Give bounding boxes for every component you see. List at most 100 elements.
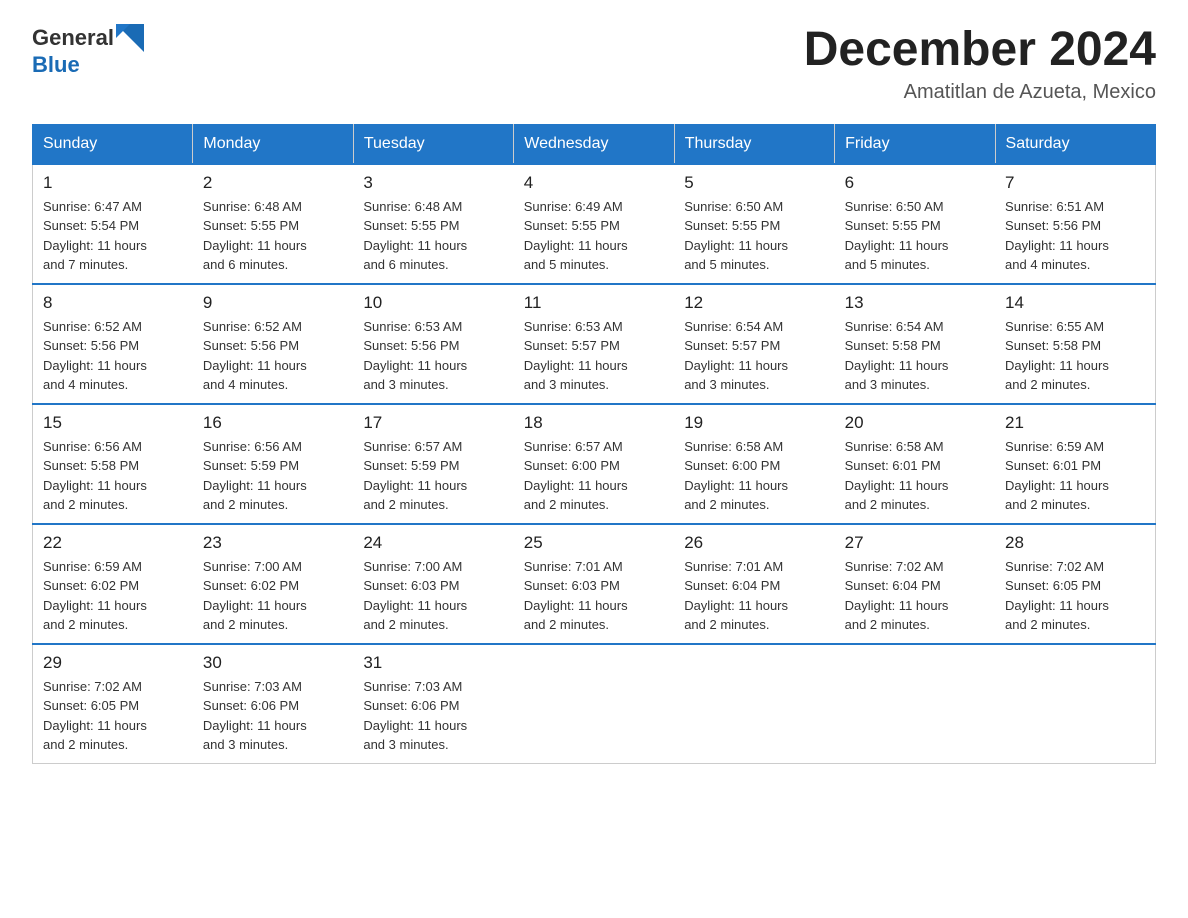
day-info: Sunrise: 7:02 AM Sunset: 6:05 PM Dayligh… (43, 677, 183, 755)
day-info: Sunrise: 6:59 AM Sunset: 6:02 PM Dayligh… (43, 557, 183, 635)
week-row-3: 15 Sunrise: 6:56 AM Sunset: 5:58 PM Dayl… (33, 404, 1156, 524)
day-info: Sunrise: 6:50 AM Sunset: 5:55 PM Dayligh… (845, 197, 985, 275)
day-number: 15 (43, 413, 183, 433)
day-number: 22 (43, 533, 183, 553)
day-number: 18 (524, 413, 664, 433)
day-cell: 7 Sunrise: 6:51 AM Sunset: 5:56 PM Dayli… (995, 164, 1155, 284)
day-number: 4 (524, 173, 664, 193)
day-number: 6 (845, 173, 985, 193)
col-tuesday: Tuesday (353, 124, 513, 164)
day-number: 14 (1005, 293, 1145, 313)
day-cell: 3 Sunrise: 6:48 AM Sunset: 5:55 PM Dayli… (353, 164, 513, 284)
header-row: Sunday Monday Tuesday Wednesday Thursday… (33, 124, 1156, 164)
day-cell: 31 Sunrise: 7:03 AM Sunset: 6:06 PM Dayl… (353, 644, 513, 764)
day-cell: 1 Sunrise: 6:47 AM Sunset: 5:54 PM Dayli… (33, 164, 193, 284)
day-info: Sunrise: 6:52 AM Sunset: 5:56 PM Dayligh… (43, 317, 183, 395)
day-number: 26 (684, 533, 824, 553)
logo-general-text: General (32, 25, 114, 51)
day-cell: 11 Sunrise: 6:53 AM Sunset: 5:57 PM Dayl… (514, 284, 674, 404)
day-cell: 29 Sunrise: 7:02 AM Sunset: 6:05 PM Dayl… (33, 644, 193, 764)
day-info: Sunrise: 6:47 AM Sunset: 5:54 PM Dayligh… (43, 197, 183, 275)
page-header: General Blue December 2024 Amatitlan de … (32, 24, 1156, 104)
day-info: Sunrise: 6:48 AM Sunset: 5:55 PM Dayligh… (203, 197, 343, 275)
day-info: Sunrise: 6:54 AM Sunset: 5:58 PM Dayligh… (845, 317, 985, 395)
location-title: Amatitlan de Azueta, Mexico (804, 81, 1156, 104)
day-info: Sunrise: 6:50 AM Sunset: 5:55 PM Dayligh… (684, 197, 824, 275)
day-number: 3 (363, 173, 503, 193)
day-info: Sunrise: 6:52 AM Sunset: 5:56 PM Dayligh… (203, 317, 343, 395)
day-cell: 22 Sunrise: 6:59 AM Sunset: 6:02 PM Dayl… (33, 524, 193, 644)
day-cell: 8 Sunrise: 6:52 AM Sunset: 5:56 PM Dayli… (33, 284, 193, 404)
title-block: December 2024 Amatitlan de Azueta, Mexic… (804, 24, 1156, 104)
day-info: Sunrise: 6:58 AM Sunset: 6:00 PM Dayligh… (684, 437, 824, 515)
day-number: 31 (363, 653, 503, 673)
col-thursday: Thursday (674, 124, 834, 164)
day-info: Sunrise: 6:58 AM Sunset: 6:01 PM Dayligh… (845, 437, 985, 515)
day-cell (995, 644, 1155, 764)
day-info: Sunrise: 6:56 AM Sunset: 5:58 PM Dayligh… (43, 437, 183, 515)
day-cell: 4 Sunrise: 6:49 AM Sunset: 5:55 PM Dayli… (514, 164, 674, 284)
day-info: Sunrise: 6:57 AM Sunset: 5:59 PM Dayligh… (363, 437, 503, 515)
day-number: 8 (43, 293, 183, 313)
week-row-2: 8 Sunrise: 6:52 AM Sunset: 5:56 PM Dayli… (33, 284, 1156, 404)
day-number: 30 (203, 653, 343, 673)
day-number: 17 (363, 413, 503, 433)
day-info: Sunrise: 7:01 AM Sunset: 6:04 PM Dayligh… (684, 557, 824, 635)
logo-icon (116, 24, 144, 52)
day-cell: 28 Sunrise: 7:02 AM Sunset: 6:05 PM Dayl… (995, 524, 1155, 644)
day-info: Sunrise: 7:01 AM Sunset: 6:03 PM Dayligh… (524, 557, 664, 635)
day-info: Sunrise: 6:56 AM Sunset: 5:59 PM Dayligh… (203, 437, 343, 515)
day-number: 7 (1005, 173, 1145, 193)
day-info: Sunrise: 6:54 AM Sunset: 5:57 PM Dayligh… (684, 317, 824, 395)
col-monday: Monday (193, 124, 353, 164)
day-cell: 18 Sunrise: 6:57 AM Sunset: 6:00 PM Dayl… (514, 404, 674, 524)
day-number: 20 (845, 413, 985, 433)
day-number: 21 (1005, 413, 1145, 433)
day-cell: 9 Sunrise: 6:52 AM Sunset: 5:56 PM Dayli… (193, 284, 353, 404)
day-cell: 14 Sunrise: 6:55 AM Sunset: 5:58 PM Dayl… (995, 284, 1155, 404)
calendar-table: Sunday Monday Tuesday Wednesday Thursday… (32, 124, 1156, 764)
day-cell: 13 Sunrise: 6:54 AM Sunset: 5:58 PM Dayl… (835, 284, 995, 404)
day-info: Sunrise: 7:02 AM Sunset: 6:04 PM Dayligh… (845, 557, 985, 635)
day-cell: 23 Sunrise: 7:00 AM Sunset: 6:02 PM Dayl… (193, 524, 353, 644)
day-info: Sunrise: 6:57 AM Sunset: 6:00 PM Dayligh… (524, 437, 664, 515)
day-cell: 30 Sunrise: 7:03 AM Sunset: 6:06 PM Dayl… (193, 644, 353, 764)
day-cell: 6 Sunrise: 6:50 AM Sunset: 5:55 PM Dayli… (835, 164, 995, 284)
day-number: 29 (43, 653, 183, 673)
day-cell: 16 Sunrise: 6:56 AM Sunset: 5:59 PM Dayl… (193, 404, 353, 524)
day-number: 1 (43, 173, 183, 193)
day-number: 28 (1005, 533, 1145, 553)
day-cell: 10 Sunrise: 6:53 AM Sunset: 5:56 PM Dayl… (353, 284, 513, 404)
col-friday: Friday (835, 124, 995, 164)
day-number: 9 (203, 293, 343, 313)
day-cell: 19 Sunrise: 6:58 AM Sunset: 6:00 PM Dayl… (674, 404, 834, 524)
col-sunday: Sunday (33, 124, 193, 164)
day-number: 13 (845, 293, 985, 313)
day-cell: 25 Sunrise: 7:01 AM Sunset: 6:03 PM Dayl… (514, 524, 674, 644)
day-info: Sunrise: 6:53 AM Sunset: 5:57 PM Dayligh… (524, 317, 664, 395)
day-cell: 20 Sunrise: 6:58 AM Sunset: 6:01 PM Dayl… (835, 404, 995, 524)
logo-blue-text: Blue (32, 52, 80, 77)
day-info: Sunrise: 7:00 AM Sunset: 6:02 PM Dayligh… (203, 557, 343, 635)
day-number: 27 (845, 533, 985, 553)
week-row-4: 22 Sunrise: 6:59 AM Sunset: 6:02 PM Dayl… (33, 524, 1156, 644)
day-number: 23 (203, 533, 343, 553)
day-info: Sunrise: 6:55 AM Sunset: 5:58 PM Dayligh… (1005, 317, 1145, 395)
day-info: Sunrise: 7:02 AM Sunset: 6:05 PM Dayligh… (1005, 557, 1145, 635)
day-cell: 24 Sunrise: 7:00 AM Sunset: 6:03 PM Dayl… (353, 524, 513, 644)
day-cell: 27 Sunrise: 7:02 AM Sunset: 6:04 PM Dayl… (835, 524, 995, 644)
day-info: Sunrise: 7:03 AM Sunset: 6:06 PM Dayligh… (203, 677, 343, 755)
month-title: December 2024 (804, 24, 1156, 77)
day-info: Sunrise: 7:00 AM Sunset: 6:03 PM Dayligh… (363, 557, 503, 635)
day-info: Sunrise: 6:59 AM Sunset: 6:01 PM Dayligh… (1005, 437, 1145, 515)
logo: General Blue (32, 24, 144, 78)
day-number: 12 (684, 293, 824, 313)
day-number: 24 (363, 533, 503, 553)
day-cell: 15 Sunrise: 6:56 AM Sunset: 5:58 PM Dayl… (33, 404, 193, 524)
calendar-body: 1 Sunrise: 6:47 AM Sunset: 5:54 PM Dayli… (33, 164, 1156, 764)
calendar-header: Sunday Monday Tuesday Wednesday Thursday… (33, 124, 1156, 164)
day-info: Sunrise: 6:51 AM Sunset: 5:56 PM Dayligh… (1005, 197, 1145, 275)
day-number: 2 (203, 173, 343, 193)
day-info: Sunrise: 6:48 AM Sunset: 5:55 PM Dayligh… (363, 197, 503, 275)
day-number: 25 (524, 533, 664, 553)
